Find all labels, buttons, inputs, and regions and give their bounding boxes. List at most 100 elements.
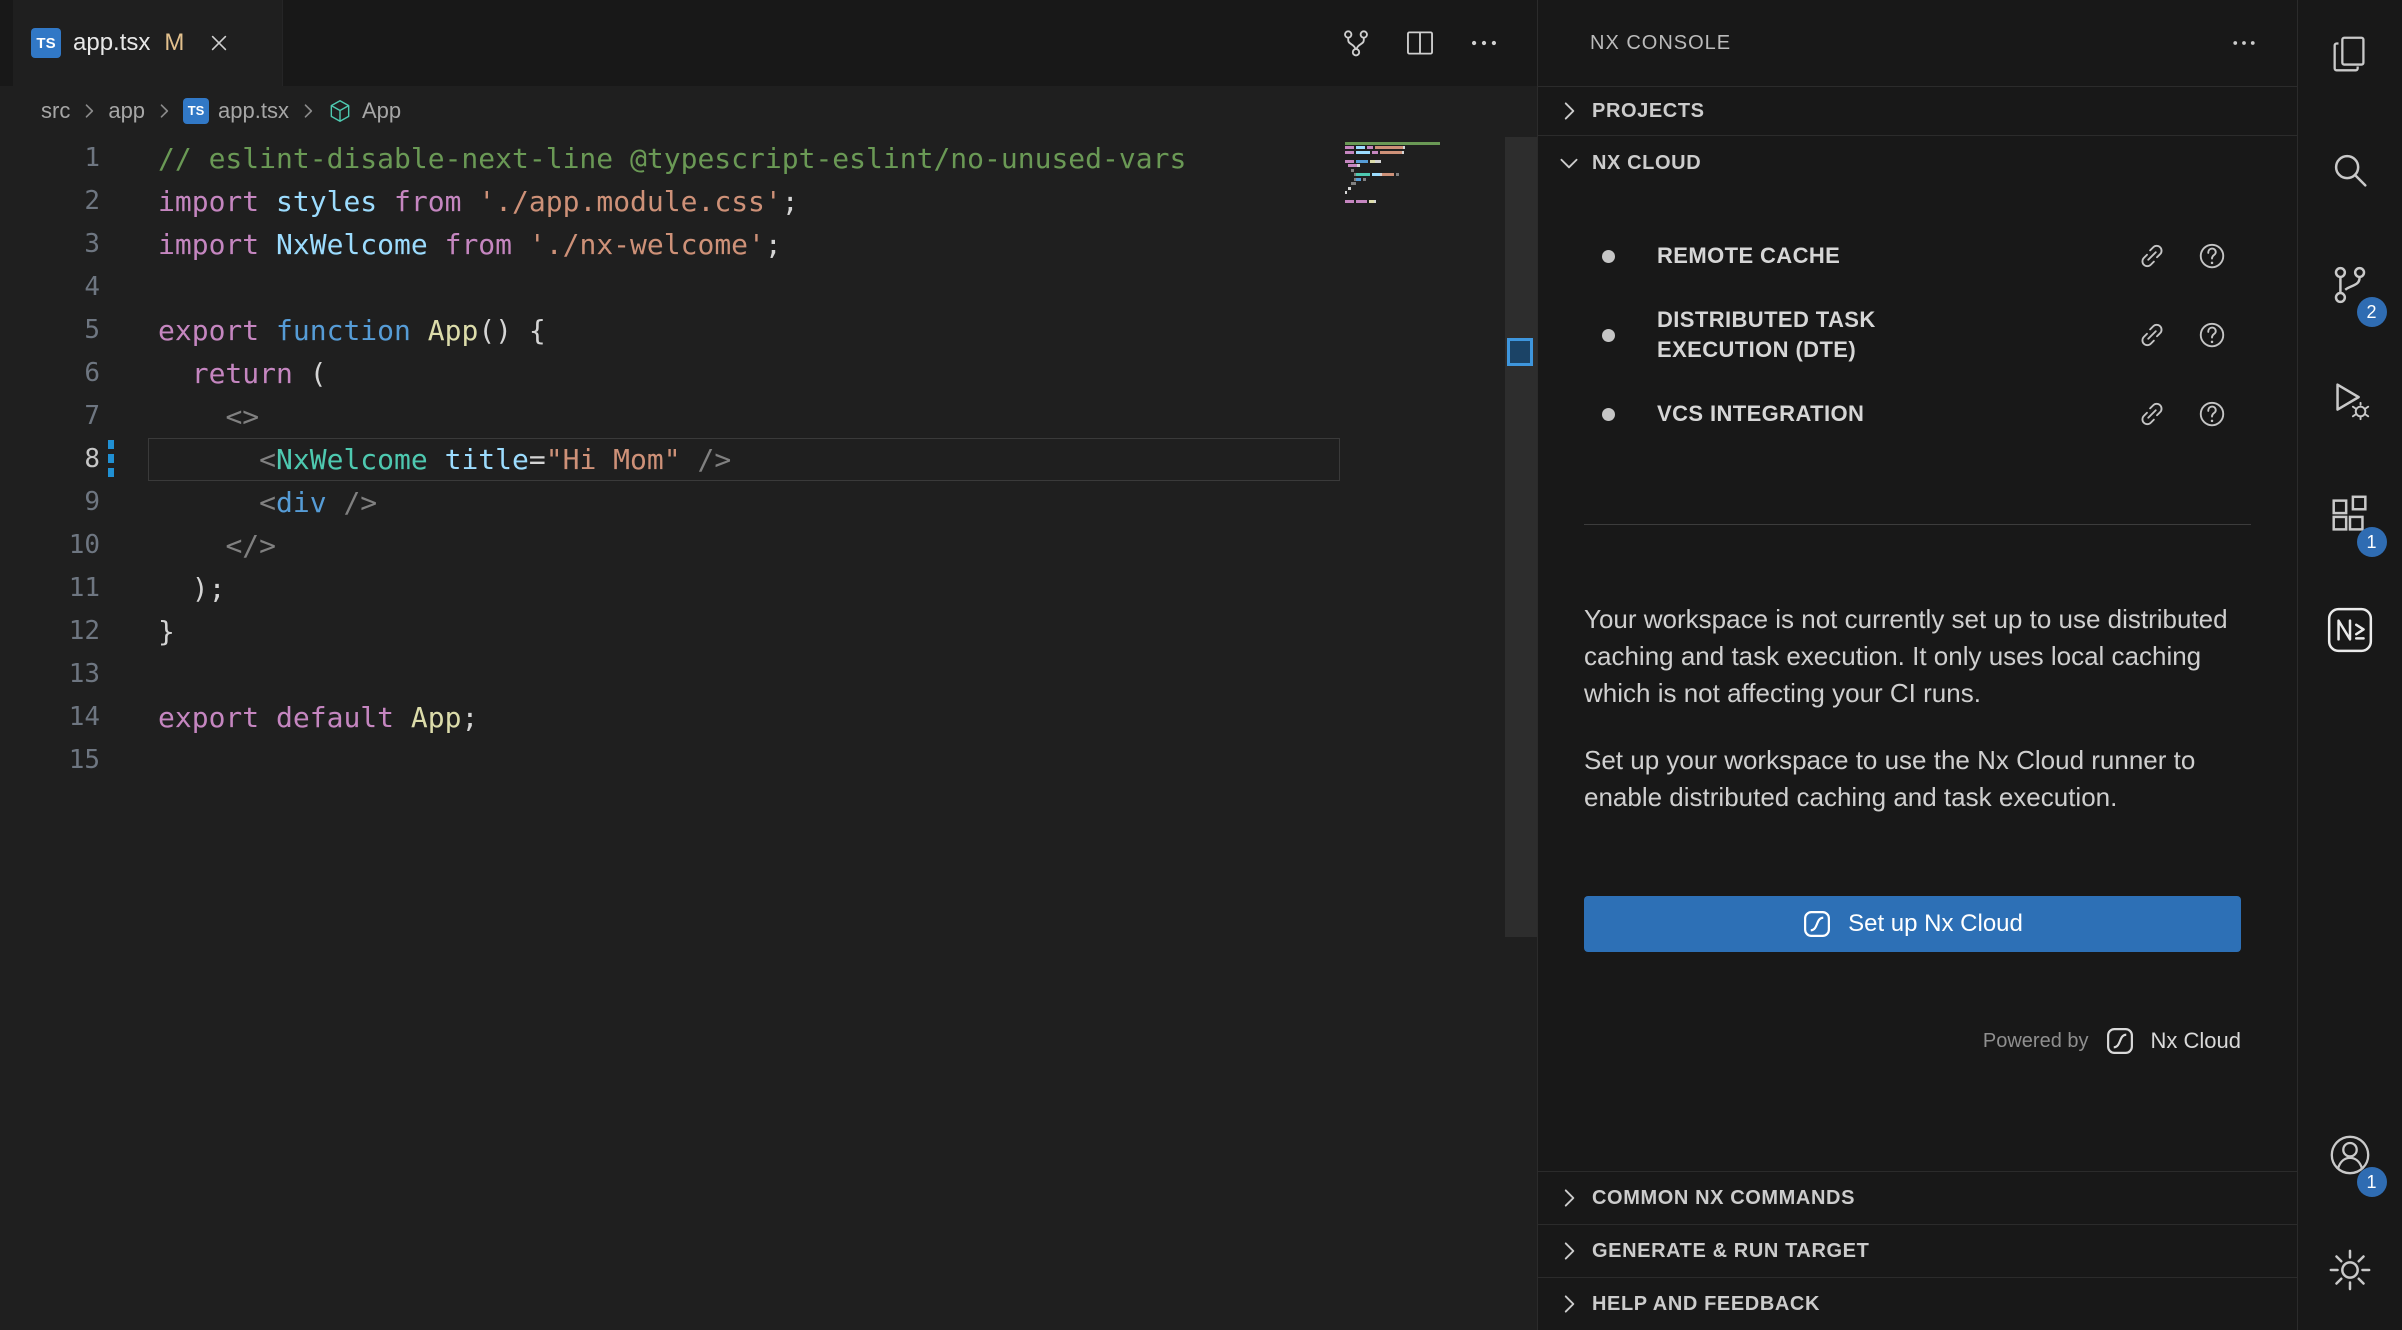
breadcrumb-app[interactable]: app [108,98,145,124]
code-line-4[interactable]: 4 [0,266,1537,309]
status-dot-icon [1602,250,1615,263]
code-line-15[interactable]: 15 [0,739,1537,782]
code-text[interactable]: </> [158,524,276,567]
line-number[interactable]: 1 [0,137,100,180]
code-line-3[interactable]: 3 import NxWelcome from './nx-welcome'; [0,223,1537,266]
code-editor[interactable]: 1 // eslint-disable-next-line @typescript… [0,135,1537,1330]
breadcrumb-symbol-app[interactable]: App [362,98,401,124]
run-debug-icon [2327,377,2373,428]
line-number[interactable]: 9 [0,481,100,524]
code-line-10[interactable]: 10 </> [0,524,1537,567]
code-line-14[interactable]: 14 export default App; [0,696,1537,739]
code-text[interactable]: // eslint-disable-next-line @typescript-… [158,137,1186,180]
minimap[interactable] [1345,141,1505,209]
close-icon[interactable] [208,32,230,54]
nx-cloud-logo-icon [2105,1026,2135,1056]
nx-cloud-messages: Your workspace is not currently set up t… [1538,525,2297,816]
code-text[interactable]: export default App; [158,696,478,739]
code-line-5[interactable]: 5 export function App() { [0,309,1537,352]
breadcrumb-src[interactable]: src [41,98,70,124]
code-text[interactable]: import styles from './app.module.css'; [158,180,799,223]
editor-actions [1339,0,1501,86]
tab-app-tsx[interactable]: TS app.tsx M [13,0,283,86]
activity-source-control[interactable]: 2 [2298,230,2402,345]
line-number[interactable]: 6 [0,352,100,395]
tree-item-label: REMOTE CACHE [1657,241,1957,271]
activity-search[interactable] [2298,115,2402,230]
overview-ruler-marker [1507,338,1533,366]
line-number[interactable]: 13 [0,653,100,696]
tree-item-vcs[interactable]: VCS INTEGRATION [1538,382,2297,446]
chevron-right-icon [1556,98,1582,124]
line-number[interactable]: 11 [0,567,100,610]
section-common-nx-commands[interactable]: COMMON NX COMMANDS [1538,1171,2297,1224]
activity-explorer[interactable] [2298,0,2402,115]
help-icon[interactable] [2197,399,2227,429]
code-line-13[interactable]: 13 [0,653,1537,696]
line-number[interactable]: 2 [0,180,100,223]
setup-button-label: Set up Nx Cloud [1848,910,2023,938]
breadcrumb-app-tsx[interactable]: app.tsx [218,98,289,124]
panel-header: NX CONSOLE [1538,0,2297,86]
line-number[interactable]: 8 [0,438,100,481]
code-text[interactable]: <NxWelcome title="Hi Mom" /> [158,438,731,481]
split-editor-icon[interactable] [1403,26,1437,60]
connect-icon[interactable] [2137,399,2167,429]
connect-icon[interactable] [2137,241,2167,271]
code-line-12[interactable]: 12} [0,610,1537,653]
line-number[interactable]: 7 [0,395,100,438]
code-text[interactable]: export function App() { [158,309,546,352]
tab-bar: TS app.tsx M [0,0,1537,86]
help-icon[interactable] [2197,320,2227,350]
source-control-graph-icon[interactable] [1339,26,1373,60]
activity-accounts[interactable]: 1 [2298,1100,2402,1215]
section-label: NX CLOUD [1592,152,1701,175]
connect-icon[interactable] [2137,320,2167,350]
code-text[interactable]: <div /> [158,481,377,524]
activity-nx-console[interactable] [2298,575,2402,690]
code-text[interactable]: } [158,610,175,653]
more-actions-icon[interactable] [1467,26,1501,60]
section-generate-run-target[interactable]: GENERATE & RUN TARGET [1538,1224,2297,1277]
code-text[interactable]: <> [158,395,259,438]
line-number[interactable]: 15 [0,739,100,782]
code-line-1[interactable]: 1 // eslint-disable-next-line @typescript… [0,137,1537,180]
line-number[interactable]: 10 [0,524,100,567]
chevron-right-icon [1556,1291,1582,1317]
code-line-7[interactable]: 7 <> [0,395,1537,438]
code-line-11[interactable]: 11 ); [0,567,1537,610]
help-icon[interactable] [2197,241,2227,271]
chevron-right-icon [298,101,318,121]
activity-extensions[interactable]: 1 [2298,460,2402,575]
activity-run-debug[interactable] [2298,345,2402,460]
line-number[interactable]: 3 [0,223,100,266]
section-label: HELP AND FEEDBACK [1592,1293,1820,1316]
code-text[interactable]: ); [158,567,225,610]
line-number[interactable]: 14 [0,696,100,739]
accounts-badge: 1 [2357,1167,2387,1197]
section-help-feedback[interactable]: HELP AND FEEDBACK [1538,1277,2297,1330]
section-nx-cloud[interactable]: NX CLOUD [1538,135,2297,190]
line-number[interactable]: 5 [0,309,100,352]
scm-badge: 2 [2357,297,2387,327]
code-line-9[interactable]: 9 <div /> [0,481,1537,524]
more-actions-icon[interactable] [2229,28,2259,58]
tree-item-dte[interactable]: DISTRIBUTED TASK EXECUTION (DTE) [1538,288,2297,382]
status-dot-icon [1602,408,1615,421]
activity-settings[interactable] [2298,1215,2402,1330]
line-number[interactable]: 4 [0,266,100,309]
code-line-6[interactable]: 6 return ( [0,352,1537,395]
scrollbar-thumb[interactable] [1505,137,1537,937]
tree-item-label: DISTRIBUTED TASK EXECUTION (DTE) [1657,305,1957,365]
code-text[interactable]: import NxWelcome from './nx-welcome'; [158,223,782,266]
code-line-8[interactable]: 8 <NxWelcome title="Hi Mom" /> [0,438,1537,481]
line-number[interactable]: 12 [0,610,100,653]
section-label: PROJECTS [1592,100,1705,123]
section-label: GENERATE & RUN TARGET [1592,1240,1869,1263]
setup-nx-cloud-button[interactable]: Set up Nx Cloud [1584,896,2241,952]
section-projects[interactable]: PROJECTS [1538,86,2297,135]
tree-item-remote-cache[interactable]: REMOTE CACHE [1538,224,2297,288]
code-text[interactable]: return ( [158,352,327,395]
code-line-2[interactable]: 2 import styles from './app.module.css'; [0,180,1537,223]
git-modified-gutter-marker [108,440,114,479]
